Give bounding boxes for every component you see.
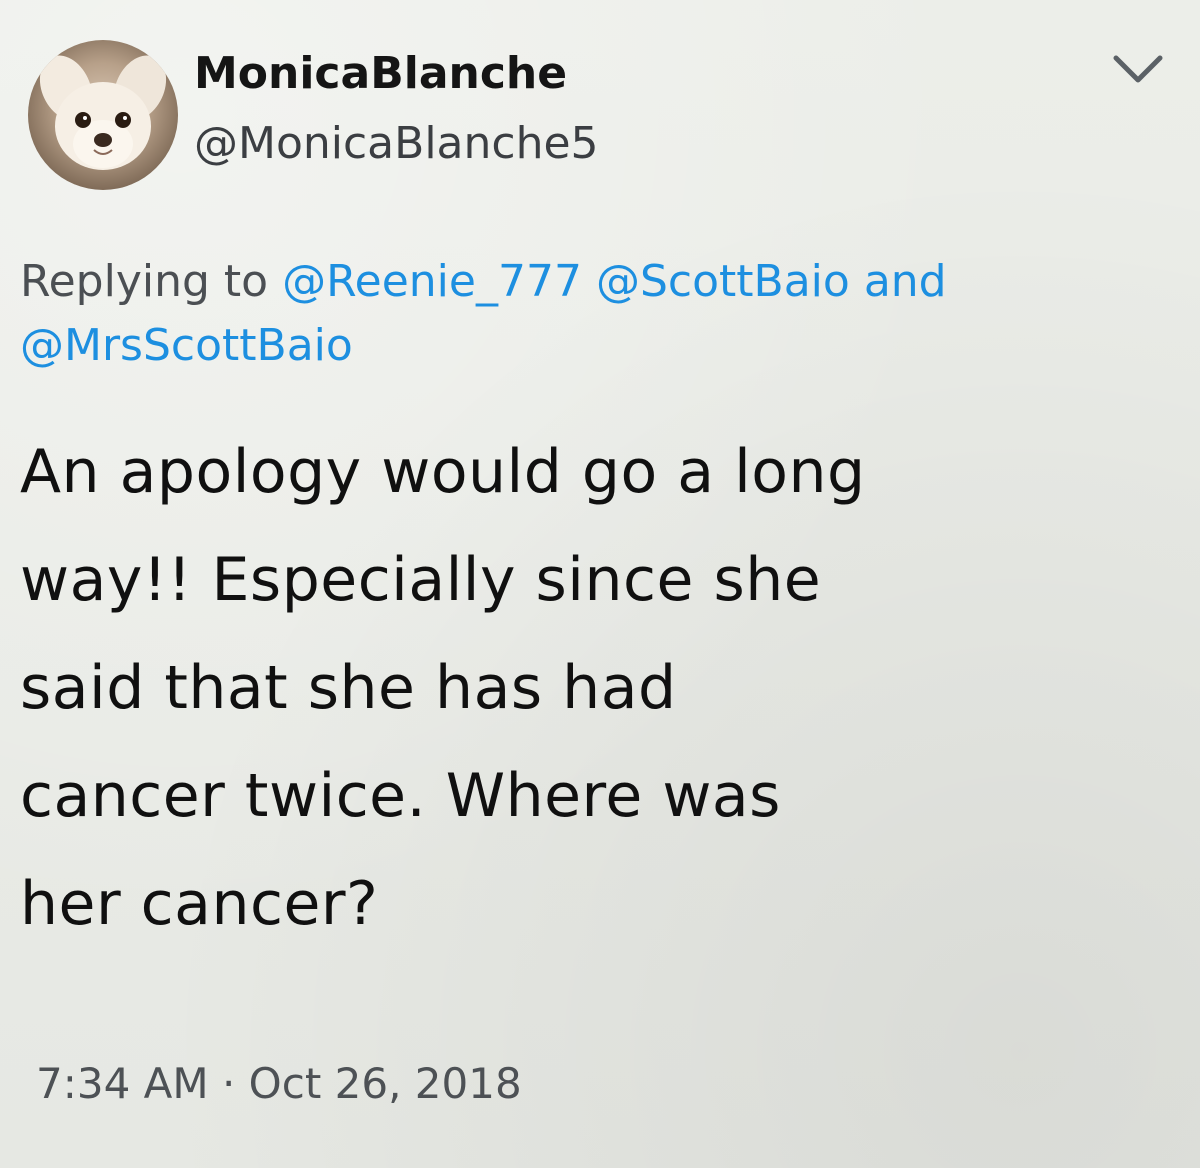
- reply-prefix: Replying to: [20, 256, 269, 307]
- tweet-text: An apology would go a long way!! Especia…: [20, 418, 1180, 958]
- tweet-card: MonicaBlanche @MonicaBlanche5 Replying t…: [0, 0, 1200, 1168]
- tweet-header: MonicaBlanche @MonicaBlanche5: [28, 40, 1172, 200]
- chevron-down-icon[interactable]: [1110, 50, 1166, 90]
- author-names: MonicaBlanche @MonicaBlanche5: [194, 46, 599, 174]
- user-handle[interactable]: @MonicaBlanche5: [194, 114, 599, 174]
- mention-link[interactable]: @Reenie_777: [282, 256, 582, 307]
- tweet-text-line: cancer twice. Where was: [20, 761, 781, 831]
- replying-to: Replying to @Reenie_777 @ScottBaio and @…: [20, 250, 1180, 378]
- tweet-text-line: An apology would go a long: [20, 437, 866, 507]
- tweet-text-line: said that she has had: [20, 653, 677, 723]
- tweet-timestamp[interactable]: 7:34 AM · Oct 26, 2018: [36, 1054, 522, 1114]
- dog-avatar-image: [39, 55, 167, 170]
- screen-background: MonicaBlanche @MonicaBlanche5 Replying t…: [0, 0, 1200, 1168]
- mention-link[interactable]: @ScottBaio: [596, 256, 850, 307]
- display-name[interactable]: MonicaBlanche: [194, 46, 599, 102]
- avatar[interactable]: [28, 40, 178, 190]
- tweet-text-line: her cancer?: [20, 869, 379, 939]
- mention-link[interactable]: @MrsScottBaio: [20, 320, 353, 371]
- tweet-text-line: way!! Especially since she: [20, 545, 822, 615]
- reply-and: and: [863, 256, 947, 307]
